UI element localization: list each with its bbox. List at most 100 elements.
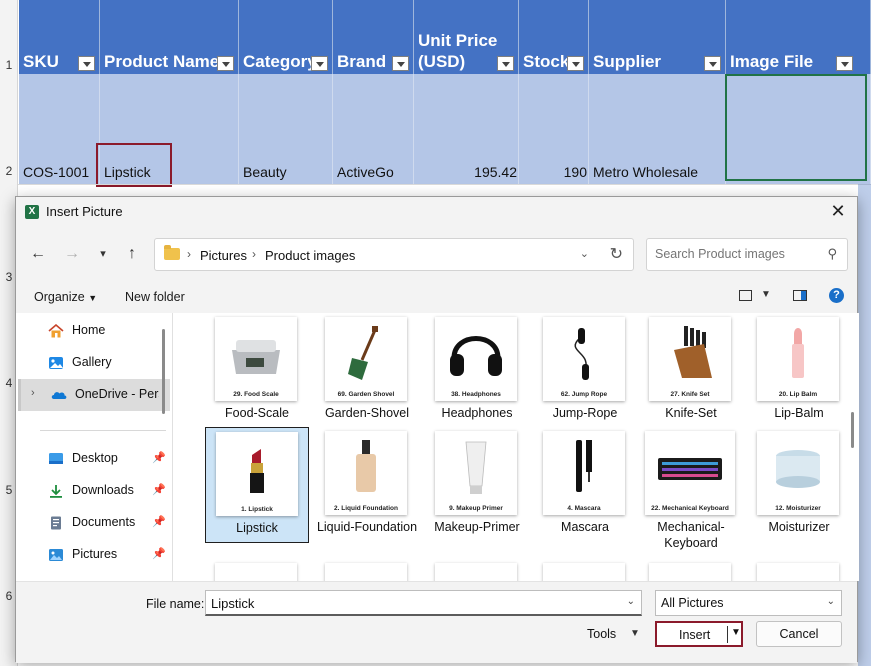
nav-item-downloads[interactable]: Downloads 📌 <box>18 475 170 507</box>
chevron-down-icon[interactable]: ▼ <box>731 627 741 638</box>
cell-sku[interactable]: COS-1001 <box>23 164 89 180</box>
chevron-down-icon[interactable]: ▼ <box>630 628 640 639</box>
breadcrumb-pictures[interactable]: Pictures <box>200 248 247 263</box>
search-input[interactable] <box>655 247 815 261</box>
header-sku[interactable]: SKU <box>19 0 100 74</box>
header-image-file[interactable]: Image File <box>726 0 871 74</box>
thumbnail: 69. Garden Shovel <box>325 317 407 401</box>
filter-dropdown-button[interactable] <box>78 56 95 71</box>
title-bar[interactable]: X Insert Picture ✕ <box>16 197 857 227</box>
file-name: Mascara <box>561 520 609 534</box>
file-name-label: File name: <box>146 597 205 611</box>
thumbnail[interactable] <box>325 563 407 581</box>
address-dropdown-icon[interactable]: ⌄ <box>580 247 589 260</box>
help-icon[interactable]: ? <box>829 288 844 303</box>
file-item-jump-rope[interactable]: 62. Jump Rope Jump-Rope <box>533 313 637 429</box>
cell-brand[interactable]: ActiveGo <box>337 164 394 180</box>
filter-dropdown-button[interactable] <box>392 56 409 71</box>
scrollbar-thumb[interactable] <box>162 329 165 414</box>
file-item-mascara[interactable]: 4. Mascara Mascara <box>533 427 637 543</box>
breadcrumb-product-images[interactable]: Product images <box>265 248 355 263</box>
recent-locations-chevron-icon[interactable]: ▾ <box>93 244 113 264</box>
file-item-lipstick[interactable]: 1. Lipstick Lipstick <box>205 427 309 543</box>
file-item-liquid-foundation[interactable]: 2. Liquid Foundation Liquid-Foundation <box>315 427 419 543</box>
new-folder-button[interactable]: New folder <box>125 290 185 304</box>
header-product-name[interactable]: Product Name <box>100 0 239 74</box>
file-name: Jump-Rope <box>552 406 618 420</box>
cell-category[interactable]: Beauty <box>243 164 287 180</box>
desktop-icon <box>48 452 64 466</box>
cell-unit-price[interactable]: 195.42 <box>414 164 517 180</box>
file-item-knife-set[interactable]: 27. Knife Set Knife-Set <box>639 313 743 429</box>
close-button[interactable]: ✕ <box>825 200 851 224</box>
header-category[interactable]: Category <box>239 0 333 74</box>
search-box[interactable]: ⚲ <box>646 238 848 271</box>
row-number[interactable]: 2 <box>0 164 18 178</box>
pin-icon[interactable]: 📌 <box>152 547 166 560</box>
forward-arrow-icon[interactable]: → <box>62 244 82 264</box>
nav-item-onedrive[interactable]: › OneDrive - Perso <box>18 379 170 411</box>
up-arrow-icon[interactable]: ↑ <box>122 244 142 264</box>
filter-dropdown-button[interactable] <box>497 56 514 71</box>
nav-item-pictures[interactable]: Pictures 📌 <box>18 539 170 571</box>
thumbnail-caption: 2. Liquid Foundation <box>334 505 398 512</box>
header-supplier[interactable]: Supplier <box>589 0 726 74</box>
nav-item-home[interactable]: Home <box>18 315 170 347</box>
chevron-down-icon[interactable]: ▼ <box>761 289 771 300</box>
file-name: Headphones <box>441 406 513 420</box>
file-item-moisturizer[interactable]: 12. Moisturizer Moisturizer <box>747 427 851 543</box>
thumbnail[interactable] <box>649 563 731 581</box>
file-type-filter[interactable]: All Pictures ⌄ <box>655 590 842 616</box>
file-item-mechanical-keyboard[interactable]: 22. Mechanical Keyboard Mechanical-Keybo… <box>639 427 743 550</box>
header-unit-price[interactable]: Unit Price (USD) <box>414 0 519 74</box>
filter-dropdown-button[interactable] <box>217 56 234 71</box>
pin-icon[interactable]: 📌 <box>152 451 166 464</box>
file-item-headphones[interactable]: 38. Headphones Headphones <box>425 313 529 429</box>
thumbnail[interactable] <box>543 563 625 581</box>
file-item-lip-balm[interactable]: 20. Lip Balm Lip-Balm <box>747 313 851 429</box>
file-item-garden-shovel[interactable]: 69. Garden Shovel Garden-Shovel <box>315 313 419 429</box>
chevron-down-icon[interactable]: ⌄ <box>627 596 635 607</box>
view-options-icon[interactable] <box>739 290 752 301</box>
pin-icon[interactable]: 📌 <box>152 483 166 496</box>
cell-supplier[interactable]: Metro Wholesale <box>593 164 698 180</box>
filter-dropdown-button[interactable] <box>704 56 721 71</box>
cell-stock[interactable]: 190 <box>519 164 587 180</box>
file-item-makeup-primer[interactable]: 9. Makeup Primer Makeup-Primer <box>425 427 529 543</box>
filter-dropdown-button[interactable] <box>567 56 584 71</box>
tools-button[interactable]: Tools <box>587 627 616 641</box>
file-name: Food-Scale <box>225 406 289 420</box>
filter-dropdown-button[interactable] <box>311 56 328 71</box>
nav-item-documents[interactable]: Documents 📌 <box>18 507 170 539</box>
dialog-title: Insert Picture <box>46 204 123 219</box>
pin-icon[interactable]: 📌 <box>152 515 166 528</box>
scrollbar-thumb[interactable] <box>851 412 854 448</box>
insert-button[interactable]: Insert ▼ <box>655 621 743 647</box>
nav-item-gallery[interactable]: Gallery <box>18 347 170 379</box>
file-name-input[interactable] <box>211 596 611 611</box>
organize-button[interactable]: Organize ▼ <box>34 290 97 304</box>
row-number[interactable]: 1 <box>0 58 18 72</box>
filter-dropdown-button[interactable] <box>836 56 853 71</box>
refresh-icon[interactable]: ↻ <box>610 244 623 264</box>
nav-item-desktop[interactable]: Desktop 📌 <box>18 443 170 475</box>
back-arrow-icon[interactable]: ← <box>28 244 48 264</box>
thumbnail: 1. Lipstick <box>216 432 298 516</box>
thumbnail[interactable] <box>215 563 297 581</box>
thumbnail-caption: 20. Lip Balm <box>778 391 818 398</box>
cancel-button[interactable]: Cancel <box>756 621 842 647</box>
header-brand[interactable]: Brand <box>333 0 414 74</box>
preview-pane-icon[interactable] <box>793 290 807 301</box>
address-bar[interactable]: › Pictures › Product images ⌄ ↻ <box>154 238 634 271</box>
thumbnail[interactable] <box>757 563 839 581</box>
breadcrumb-chevron-icon[interactable]: › <box>252 247 256 261</box>
file-name: Makeup-Primer <box>434 520 520 534</box>
file-item-food-scale[interactable]: 29. Food Scale Food-Scale <box>205 313 309 429</box>
thumbnail[interactable] <box>435 563 517 581</box>
expand-chevron-icon[interactable]: › <box>31 387 35 399</box>
thumbnail: 2. Liquid Foundation <box>325 431 407 515</box>
file-name-combobox[interactable]: ⌄ <box>205 590 642 616</box>
breadcrumb-chevron-icon[interactable]: › <box>187 247 191 261</box>
thumbnail: 22. Mechanical Keyboard <box>645 431 735 515</box>
header-stock[interactable]: Stock <box>519 0 589 74</box>
